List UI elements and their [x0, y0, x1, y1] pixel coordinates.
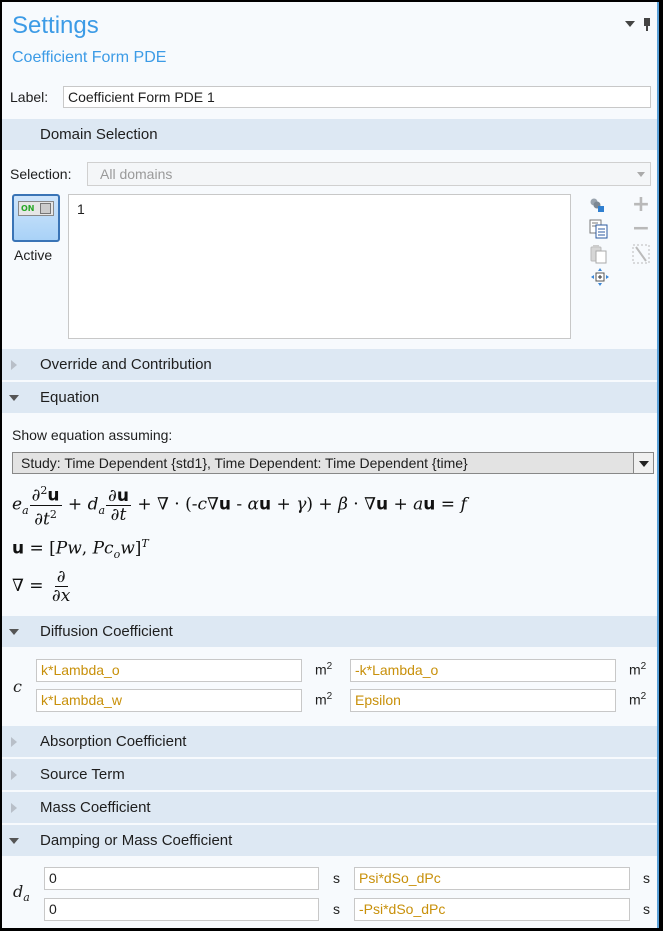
- unit-label: s: [643, 901, 650, 917]
- section-title: Diffusion Coefficient: [40, 623, 173, 640]
- collapse-arrow-icon: [9, 394, 19, 401]
- section-title: Source Term: [40, 766, 125, 783]
- damping-d12-input[interactable]: Psi*dSo_dPc: [354, 867, 630, 890]
- section-title: Domain Selection: [40, 126, 158, 143]
- zoom-to-selection-icon[interactable]: [590, 267, 610, 287]
- label-input[interactable]: Coefficient Form PDE 1: [63, 86, 651, 108]
- unit-label: s: [333, 870, 340, 886]
- dropdown-menu-icon[interactable]: [625, 21, 635, 27]
- selection-value: All domains: [100, 166, 173, 182]
- selection-list-item[interactable]: 1: [77, 201, 562, 217]
- damping-d21-input[interactable]: 0: [44, 898, 319, 921]
- collapse-arrow-icon: [9, 628, 19, 635]
- active-label: Active: [14, 247, 53, 263]
- expand-arrow-icon: [11, 769, 17, 780]
- label-caption: Label:: [10, 89, 49, 105]
- selection-label: Selection:: [10, 166, 72, 182]
- section-title: Damping or Mass Coefficient: [40, 832, 233, 849]
- add-icon[interactable]: +: [631, 194, 651, 216]
- u-definition: u = [Pw, Pcow]T: [12, 537, 149, 562]
- section-equation[interactable]: Equation: [2, 382, 657, 413]
- unit-label: m2: [629, 661, 647, 678]
- panel-subtitle: Coefficient Form PDE: [12, 49, 167, 66]
- section-source-term[interactable]: Source Term: [2, 759, 657, 790]
- toggle-switch-icon: ON: [18, 201, 54, 216]
- section-override-contribution[interactable]: Override and Contribution: [2, 349, 657, 380]
- toggle-knob: [40, 203, 51, 214]
- damping-symbol: da: [13, 882, 30, 905]
- toggle-state: ON: [21, 204, 35, 213]
- chevron-down-icon: [637, 172, 645, 177]
- section-title: Equation: [40, 389, 100, 406]
- settings-panel: Settings Coefficient Form PDE Label: Coe…: [2, 2, 659, 928]
- study-equation-dropdown[interactable]: Study: Time Dependent {std1}, Time Depen…: [12, 452, 654, 474]
- section-title: Mass Coefficient: [40, 799, 151, 816]
- label-row: Label: Coefficient Form PDE 1: [10, 85, 651, 109]
- section-diffusion-coefficient[interactable]: Diffusion Coefficient: [2, 616, 657, 647]
- selection-list[interactable]: 1: [68, 194, 571, 339]
- unit-label: m2: [315, 691, 333, 708]
- chevron-down-icon[interactable]: [633, 453, 653, 473]
- section-damping-mass-coefficient[interactable]: Damping or Mass Coefficient: [2, 825, 657, 856]
- pin-icon[interactable]: [643, 18, 651, 31]
- clear-selection-icon[interactable]: [631, 244, 651, 264]
- collapse-arrow-icon: [9, 837, 19, 844]
- select-box-icon[interactable]: [587, 195, 607, 215]
- expand-arrow-icon: [11, 802, 17, 813]
- expand-arrow-icon: [11, 736, 17, 747]
- active-toggle-button[interactable]: ON: [12, 194, 60, 242]
- diffusion-c11-input[interactable]: k*Lambda_o: [36, 659, 302, 682]
- remove-icon[interactable]: −: [631, 218, 651, 240]
- main-equation: ea ∂2u ∂t2 + da ∂u ∂t + ∇ · (-c∇u - αu + γ) …: [12, 484, 467, 530]
- expand-arrow-icon: [11, 359, 17, 370]
- section-mass-coefficient[interactable]: Mass Coefficient: [2, 792, 657, 823]
- section-title: Absorption Coefficient: [40, 733, 187, 750]
- unit-label: m2: [629, 691, 647, 708]
- selection-dropdown[interactable]: All domains: [87, 162, 651, 186]
- section-absorption-coefficient[interactable]: Absorption Coefficient: [2, 726, 657, 757]
- show-equation-label: Show equation assuming:: [12, 427, 173, 443]
- study-equation-value: Study: Time Dependent {std1}, Time Depen…: [21, 455, 468, 471]
- unit-label: m2: [315, 661, 333, 678]
- paste-selection-icon[interactable]: [589, 244, 609, 264]
- diffusion-symbol: c: [13, 677, 22, 696]
- unit-label: s: [333, 901, 340, 917]
- section-domain-selection[interactable]: Domain Selection: [2, 119, 657, 150]
- damping-d11-input[interactable]: 0: [44, 867, 319, 890]
- diffusion-c22-input[interactable]: Epsilon: [350, 689, 616, 712]
- section-title: Override and Contribution: [40, 356, 212, 373]
- panel-title: Settings: [12, 12, 99, 39]
- unit-label: s: [643, 870, 650, 886]
- diffusion-c12-input[interactable]: -k*Lambda_o: [350, 659, 616, 682]
- nabla-definition: ∇ = ∂ ∂x: [12, 567, 71, 606]
- damping-d22-input[interactable]: -Psi*dSo_dPc: [354, 898, 630, 921]
- diffusion-c21-input[interactable]: k*Lambda_w: [36, 689, 302, 712]
- copy-selection-icon[interactable]: [589, 219, 609, 239]
- selection-row: Selection: All domains: [10, 162, 651, 186]
- header-icons: [625, 18, 651, 31]
